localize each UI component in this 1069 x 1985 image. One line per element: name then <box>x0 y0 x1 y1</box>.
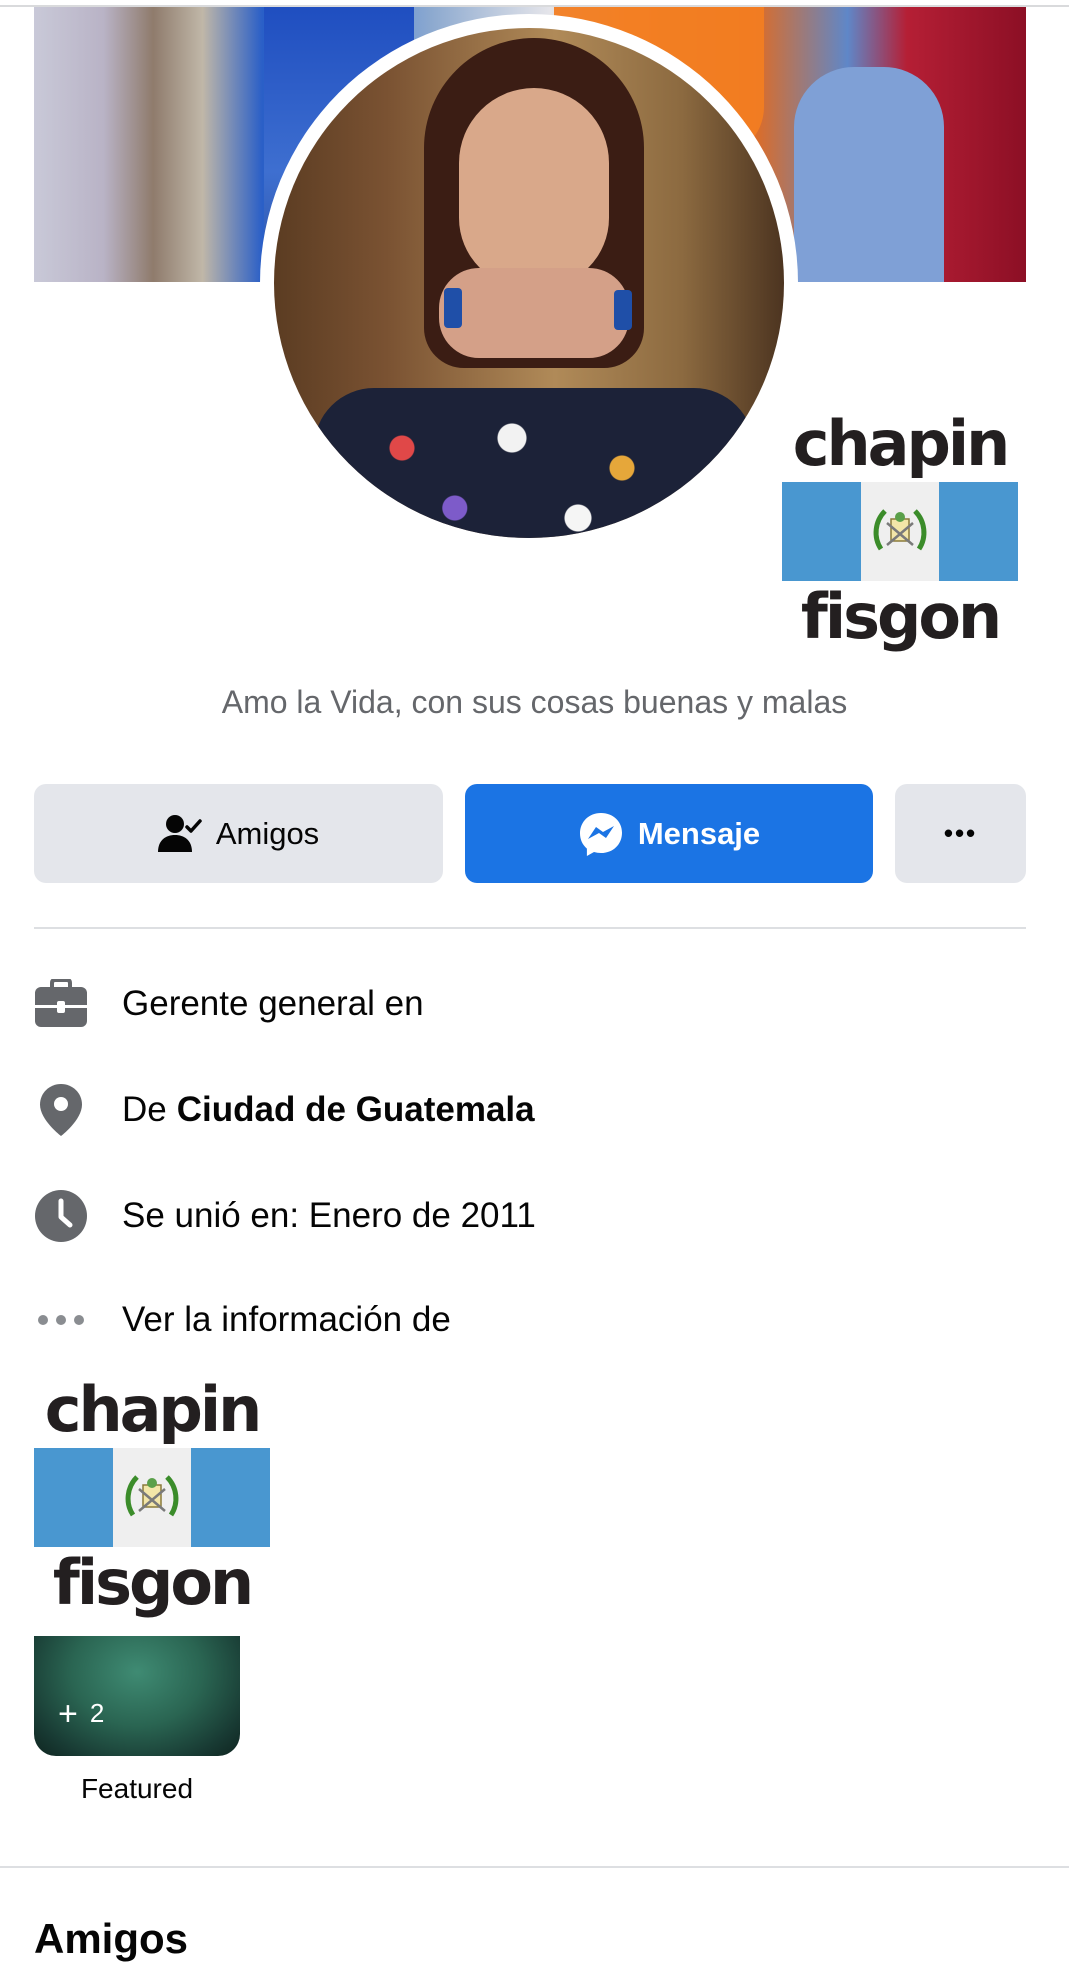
section-divider <box>0 1866 1069 1868</box>
info-hometown-name[interactable]: Ciudad de Guatemala <box>177 1090 535 1130</box>
featured-count-value: 2 <box>89 1698 105 1728</box>
info-see-more[interactable]: Ver la información de <box>34 1290 1026 1350</box>
logo-word-top: chapin <box>44 1373 263 1446</box>
chapin-fisgon-logo: chapin fisgon <box>34 1373 271 1619</box>
friends-section-title[interactable]: Amigos <box>34 1915 188 1963</box>
info-work[interactable]: Gerente general en <box>34 974 1026 1034</box>
info-joined-text: Se unió en: Enero de 2011 <box>122 1196 536 1235</box>
guatemala-flag-icon <box>782 482 1019 581</box>
info-joined: Se unió en: Enero de 2011 <box>34 1186 1026 1246</box>
info-work-text: Gerente general en <box>122 984 424 1023</box>
coat-of-arms-icon <box>873 508 927 550</box>
person-check-icon <box>157 814 202 854</box>
clock-icon <box>34 1189 88 1243</box>
message-button[interactable]: Mensaje <box>465 784 873 883</box>
friends-button-label: Amigos <box>215 815 320 851</box>
featured-label[interactable]: Featured <box>34 1773 240 1805</box>
info-hometown[interactable]: De Ciudad de Guatemala <box>34 1080 1026 1140</box>
message-button-label: Mensaje <box>637 815 761 851</box>
info-see-more-text: Ver la información de <box>122 1300 451 1339</box>
more-dots-icon: ••• <box>943 818 978 848</box>
logo-word-top: chapin <box>792 407 1011 480</box>
messenger-icon <box>578 811 624 857</box>
friends-button[interactable]: Amigos <box>34 784 443 883</box>
profile-bio: Amo la Vida, con sus cosas buenas y mala… <box>221 684 848 720</box>
briefcase-icon <box>34 977 88 1031</box>
profile-picture[interactable] <box>260 14 798 552</box>
coat-of-arms-icon <box>125 1474 179 1516</box>
chapin-fisgon-logo: chapin fisgon <box>782 407 1019 653</box>
logo-word-bottom: fisgon <box>800 580 1002 653</box>
plus-icon: + <box>58 1694 78 1733</box>
guatemala-flag-icon <box>34 1448 271 1547</box>
ellipsis-icon <box>34 1293 88 1347</box>
cover-detail <box>794 67 944 282</box>
section-divider <box>34 927 1026 929</box>
featured-count: + 2 <box>58 1694 105 1733</box>
location-pin-icon <box>34 1083 88 1137</box>
info-hometown-prefix: De <box>122 1090 167 1129</box>
logo-word-bottom: fisgon <box>52 1546 254 1619</box>
featured-collection-thumbnail[interactable]: + 2 <box>34 1636 240 1756</box>
profile-photo <box>274 28 784 538</box>
more-options-button[interactable]: ••• <box>895 784 1026 883</box>
